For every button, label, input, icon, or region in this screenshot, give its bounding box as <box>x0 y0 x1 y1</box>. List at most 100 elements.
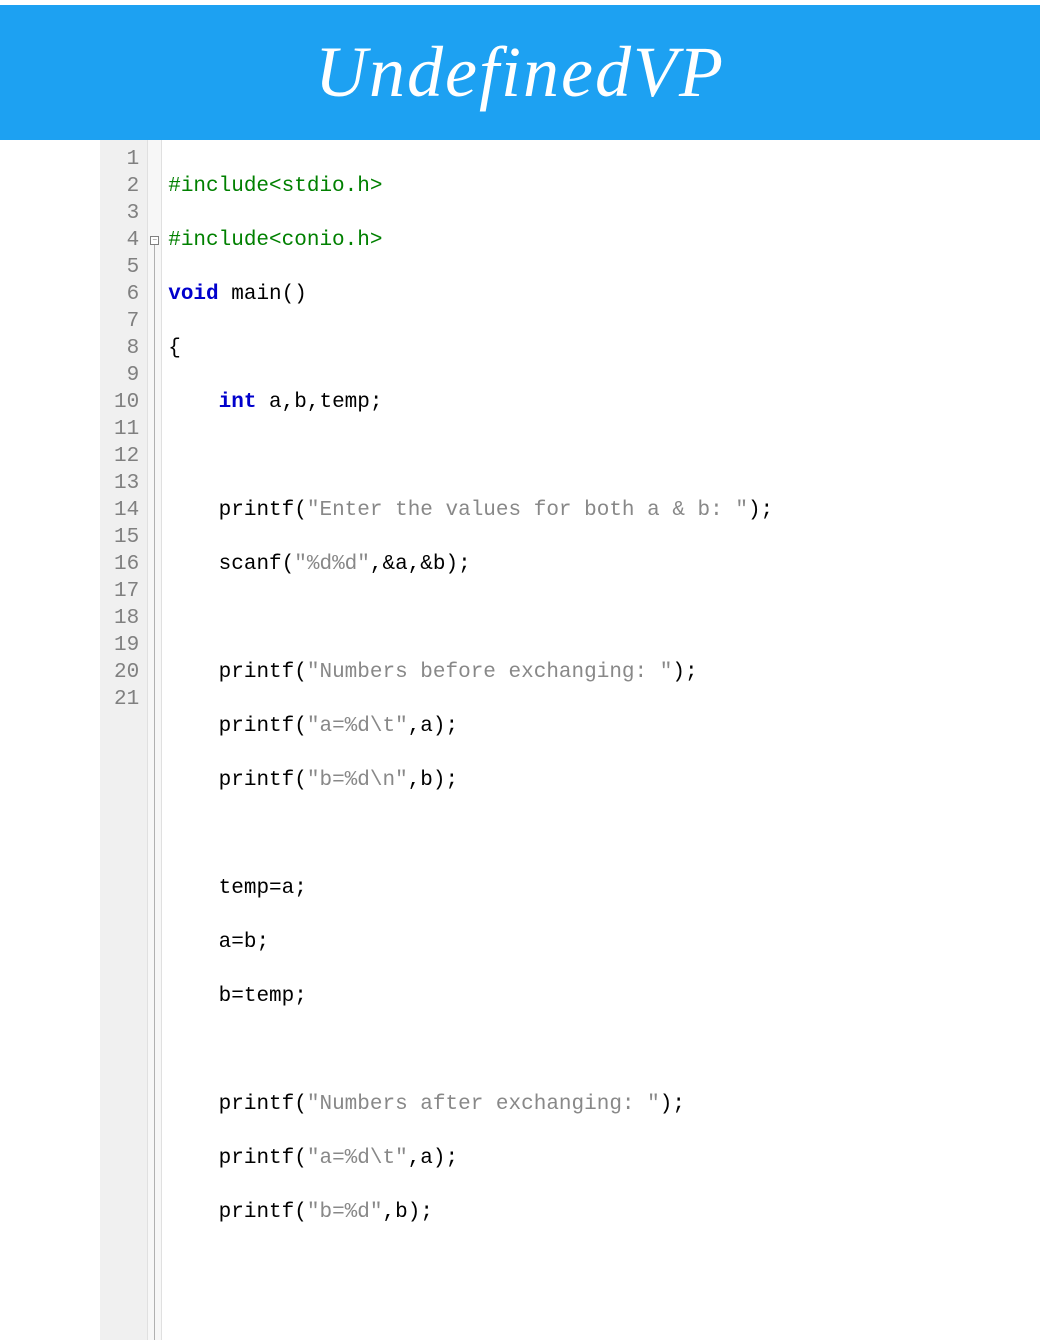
indent-token <box>168 661 218 684</box>
paren-token: ( <box>282 553 295 576</box>
brace-token: { <box>168 337 181 360</box>
line-number: 11 <box>114 416 139 443</box>
args-token: ,b <box>408 769 433 792</box>
string-token: "%d%d" <box>294 553 370 576</box>
args-token: ,a <box>408 1147 433 1170</box>
code-line: printf("Numbers after exchanging: "); <box>168 1091 773 1118</box>
args-token: ,b <box>383 1201 408 1224</box>
line-number-gutter: 1 2 3 4 5 6 7 8 9 10 11 12 13 14 15 16 1… <box>100 140 148 1340</box>
code-line: { <box>168 335 773 362</box>
string-token: "Numbers after exchanging: " <box>307 1093 660 1116</box>
identifier-token: printf <box>219 499 295 522</box>
code-area[interactable]: #include<stdio.h> #include<conio.h> void… <box>162 140 773 1340</box>
header-name-token: <stdio.h> <box>269 175 382 198</box>
paren-token: ); <box>433 715 458 738</box>
line-number: 16 <box>114 551 139 578</box>
string-token: "a=%d\t" <box>307 1147 408 1170</box>
code-line: scanf("%d%d",&a,&b); <box>168 551 773 578</box>
code-line: b=temp; <box>168 983 773 1010</box>
paren-token: ); <box>433 769 458 792</box>
statement-token: a=b; <box>219 931 269 954</box>
identifier-token: printf <box>219 1093 295 1116</box>
code-line: #include<stdio.h> <box>168 173 773 200</box>
indent-token <box>168 877 218 900</box>
code-line <box>168 1037 773 1064</box>
string-token: "b=%d" <box>307 1201 383 1224</box>
keyword-token: void <box>168 283 218 306</box>
paren-token: ( <box>294 661 307 684</box>
line-number: 8 <box>114 335 139 362</box>
identifier-token: main <box>231 283 281 306</box>
line-number: 19 <box>114 632 139 659</box>
code-line: void main() <box>168 281 773 308</box>
identifier-token: printf <box>219 715 295 738</box>
line-number: 7 <box>114 308 139 335</box>
args-token: ,a <box>408 715 433 738</box>
paren-token: ( <box>294 1201 307 1224</box>
indent-token <box>168 769 218 792</box>
preprocessor-token: #include <box>168 229 269 252</box>
fold-guide-line <box>154 245 155 1340</box>
indent-token <box>168 1147 218 1170</box>
string-token: "Enter the values for both a & b: " <box>307 499 748 522</box>
fold-column: − <box>148 140 162 1340</box>
paren-token: ( <box>294 1147 307 1170</box>
line-number: 20 <box>114 659 139 686</box>
line-number: 12 <box>114 443 139 470</box>
paren-token: ( <box>294 769 307 792</box>
code-line <box>168 821 773 848</box>
indent-token <box>168 931 218 954</box>
line-number: 2 <box>114 173 139 200</box>
string-token: "a=%d\t" <box>307 715 408 738</box>
statement-token: temp=a; <box>219 877 307 900</box>
indent-token <box>168 391 218 414</box>
line-number: 5 <box>114 254 139 281</box>
code-line: int a,b,temp; <box>168 389 773 416</box>
code-line: temp=a; <box>168 875 773 902</box>
identifier-token: printf <box>219 769 295 792</box>
paren-token: ); <box>660 1093 685 1116</box>
indent-token <box>168 1093 218 1116</box>
header-banner: UndefinedVP <box>0 5 1040 140</box>
paren-token: () <box>282 283 307 306</box>
paren-token: ); <box>446 553 471 576</box>
line-number: 14 <box>114 497 139 524</box>
indent-token <box>168 715 218 738</box>
identifier-token: printf <box>219 1147 295 1170</box>
line-number: 1 <box>114 146 139 173</box>
code-line: a=b; <box>168 929 773 956</box>
indent-token <box>168 553 218 576</box>
line-number: 21 <box>114 686 139 713</box>
paren-token: ( <box>294 499 307 522</box>
declaration-token: a,b,temp; <box>256 391 382 414</box>
indent-token <box>168 499 218 522</box>
paren-token: ); <box>748 499 773 522</box>
header-title: UndefinedVP <box>315 31 725 114</box>
line-number: 13 <box>114 470 139 497</box>
line-number: 18 <box>114 605 139 632</box>
code-line <box>168 1253 773 1280</box>
statement-token: b=temp; <box>219 985 307 1008</box>
preprocessor-token: #include <box>168 175 269 198</box>
keyword-token: int <box>219 391 257 414</box>
space-token <box>219 283 232 306</box>
paren-token: ); <box>408 1201 433 1224</box>
paren-token: ); <box>672 661 697 684</box>
paren-token: ( <box>294 715 307 738</box>
code-line: printf("a=%d\t",a); <box>168 713 773 740</box>
line-number: 17 <box>114 578 139 605</box>
code-line: printf("Numbers before exchanging: "); <box>168 659 773 686</box>
line-number: 9 <box>114 362 139 389</box>
code-line <box>168 605 773 632</box>
line-number: 10 <box>114 389 139 416</box>
code-line: printf("b=%d",b); <box>168 1199 773 1226</box>
string-token: "b=%d\n" <box>307 769 408 792</box>
fold-toggle-icon[interactable]: − <box>150 236 159 245</box>
code-line: printf("b=%d\n",b); <box>168 767 773 794</box>
line-number: 4 <box>114 227 139 254</box>
indent-token <box>168 985 218 1008</box>
string-token: "Numbers before exchanging: " <box>307 661 672 684</box>
paren-token: ); <box>433 1147 458 1170</box>
line-number: 3 <box>114 200 139 227</box>
paren-token: ( <box>294 1093 307 1116</box>
